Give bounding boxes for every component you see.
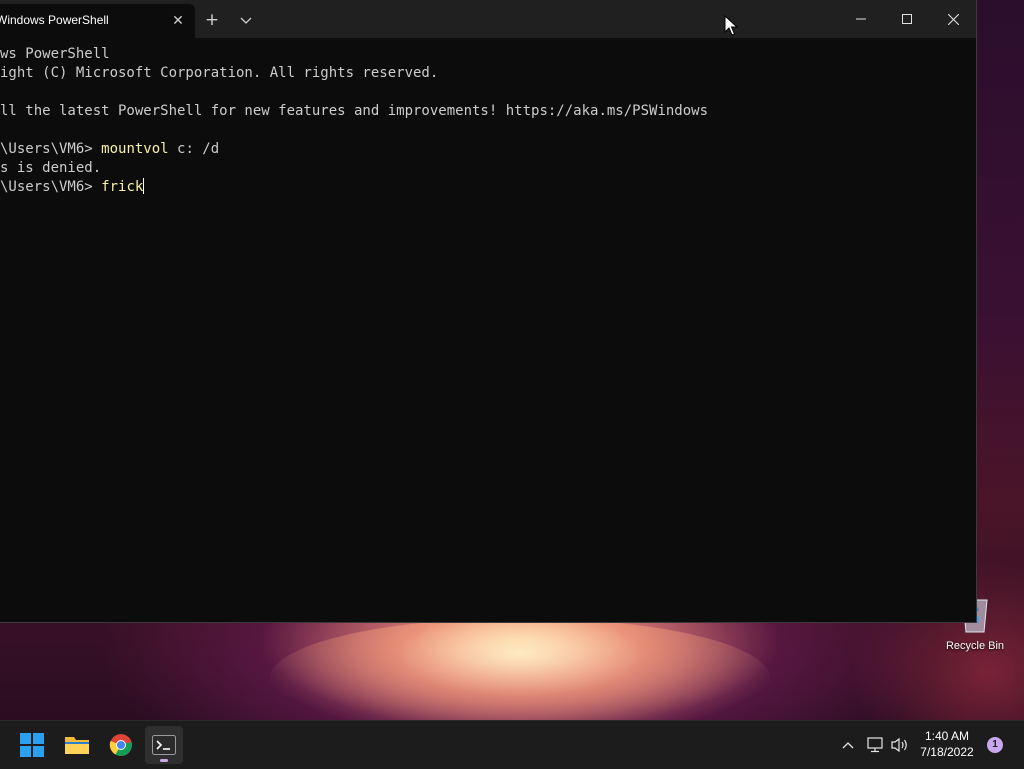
file-explorer-icon bbox=[65, 737, 89, 754]
minimize-button[interactable] bbox=[838, 0, 884, 38]
console-line: \Users\VM6> mountvol c: /d bbox=[0, 140, 976, 159]
console-command: mountvol bbox=[101, 141, 169, 157]
console-prompt: \Users\VM6> bbox=[0, 141, 102, 157]
tab-windows-powershell[interactable]: Windows PowerShell ✕ bbox=[0, 4, 195, 38]
console-line: ws PowerShell bbox=[0, 46, 110, 62]
console-prompt: \Users\VM6> bbox=[0, 179, 102, 195]
tab-close-icon[interactable]: ✕ bbox=[168, 11, 188, 31]
console-output[interactable]: ws PowerShell ight (C) Microsoft Corporat… bbox=[0, 45, 976, 615]
show-hidden-icons-button[interactable] bbox=[838, 735, 858, 755]
mouse-pointer-icon bbox=[724, 14, 739, 41]
console-args: c: /d bbox=[168, 141, 220, 157]
volume-button[interactable] bbox=[890, 735, 910, 755]
terminal-taskbar-button[interactable] bbox=[145, 726, 183, 764]
tab-dropdown-icon[interactable] bbox=[235, 10, 257, 30]
maximize-button[interactable] bbox=[884, 0, 930, 38]
chrome-icon bbox=[109, 734, 132, 756]
volume-icon bbox=[891, 737, 907, 753]
terminal-window[interactable]: Windows PowerShell ✕ + ws PowerShell ight… bbox=[0, 0, 977, 623]
clock-time: 1:40 AM bbox=[924, 729, 970, 743]
taskbar: 1:40 AM 7/18/2022 1 bbox=[0, 720, 1024, 769]
terminal-icon bbox=[152, 735, 176, 755]
text-cursor bbox=[143, 178, 145, 194]
console-line: \Users\VM6> frick bbox=[0, 178, 976, 197]
close-icon bbox=[947, 13, 959, 25]
chevron-up-icon bbox=[842, 742, 854, 749]
start-button[interactable] bbox=[13, 726, 51, 764]
recycle-bin-label: Recycle Bin bbox=[945, 640, 1005, 652]
new-tab-icon[interactable]: + bbox=[201, 10, 223, 30]
start-icon bbox=[20, 733, 44, 757]
console-line: s is denied. bbox=[0, 160, 102, 176]
active-indicator bbox=[160, 759, 168, 762]
close-button[interactable] bbox=[930, 0, 976, 38]
network-button[interactable] bbox=[865, 735, 885, 755]
network-icon bbox=[867, 737, 883, 753]
clock-date: 7/18/2022 bbox=[920, 745, 974, 759]
clock[interactable]: 1:40 AM 7/18/2022 bbox=[912, 728, 982, 760]
tab-title: Windows PowerShell bbox=[0, 13, 109, 27]
console-line: ight (C) Microsoft Corporation. All righ… bbox=[0, 65, 439, 81]
minimize-icon bbox=[856, 18, 866, 20]
console-line: ll the latest PowerShell for new feature… bbox=[0, 103, 709, 119]
title-bar[interactable]: Windows PowerShell ✕ + bbox=[0, 0, 976, 38]
chrome-button[interactable] bbox=[102, 726, 140, 764]
file-explorer-button[interactable] bbox=[58, 726, 96, 764]
maximize-icon bbox=[902, 14, 912, 24]
console-command: frick bbox=[101, 179, 144, 195]
notification-badge[interactable]: 1 bbox=[987, 737, 1003, 753]
